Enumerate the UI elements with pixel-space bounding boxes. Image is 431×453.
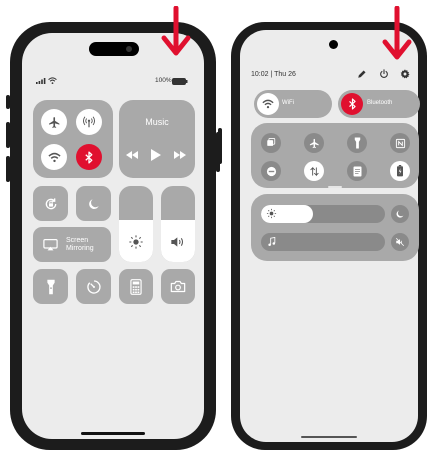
document-icon [353, 166, 361, 176]
signal-icon [36, 78, 46, 84]
airplane-mode-button[interactable] [41, 109, 67, 135]
bluetooth-pill-label: Bluetooth [367, 100, 393, 106]
play-button[interactable] [151, 149, 161, 161]
left-phone-volume-down [6, 156, 10, 182]
do-not-disturb-button[interactable] [76, 186, 111, 221]
flashlight-icon [46, 279, 55, 294]
right-home-indicator[interactable] [301, 436, 357, 438]
speaker-icon [171, 237, 184, 247]
battery-saver-button[interactable] [390, 161, 410, 181]
screen-mirroring-label-2: Mirroring [66, 244, 94, 252]
wifi-status-icon [48, 77, 57, 84]
mute-button[interactable] [391, 233, 409, 251]
battery-icon [172, 78, 188, 85]
left-phone-side-button [6, 95, 10, 109]
airplane-mode-button[interactable] [304, 133, 324, 153]
settings-button[interactable] [400, 69, 410, 79]
right-phone-power [218, 128, 222, 164]
music-panel[interactable] [119, 100, 195, 178]
wifi-pill-label: WiFi [282, 100, 294, 106]
dnd-icon [266, 166, 276, 176]
screen-mirroring-label-1: Screen [66, 236, 89, 244]
bluetooth-icon [85, 150, 93, 164]
screen-mirroring-icon [43, 238, 58, 250]
data-saver-icon [267, 138, 276, 146]
media-volume-slider[interactable] [261, 233, 385, 251]
timer-icon [86, 279, 101, 294]
sun-icon [266, 208, 277, 219]
cellular-data-button[interactable] [76, 109, 102, 135]
calculator-button[interactable] [119, 269, 153, 304]
flashlight-icon [354, 137, 360, 149]
bluetooth-icon [348, 98, 356, 110]
flashlight-button[interactable] [33, 269, 68, 304]
rotation-lock-button[interactable] [33, 186, 68, 221]
rewind-icon [126, 151, 138, 159]
do-not-disturb-button[interactable] [261, 161, 281, 181]
moon-icon [88, 198, 99, 209]
bluetooth-pill-icon-circle [341, 93, 363, 115]
left-swipe-arrow [160, 6, 192, 58]
mobile-data-button[interactable] [304, 161, 324, 181]
flashlight-button[interactable] [347, 133, 367, 153]
dark-mode-button[interactable] [391, 205, 409, 223]
airplane-icon [48, 116, 59, 128]
muted-speaker-icon [395, 237, 405, 247]
battery-icon [397, 165, 403, 177]
camera-icon [170, 280, 186, 293]
pencil-icon [358, 70, 366, 78]
gear-icon [400, 69, 410, 79]
status-time-date: 10:02 | Thu 26 [251, 71, 296, 78]
panel-drag-handle[interactable] [328, 186, 342, 188]
music-note-icon [268, 237, 276, 246]
brightness-slider[interactable] [119, 186, 153, 262]
bluetooth-pill-button[interactable]: Bluetooth [338, 90, 420, 118]
wifi-pill-icon-circle [257, 93, 279, 115]
camera-dot [126, 46, 132, 52]
antenna-icon [82, 116, 96, 128]
power-icon [380, 69, 388, 78]
screen-mirroring-button[interactable]: Screen Mirroring [33, 227, 111, 262]
music-title: Music [145, 117, 169, 127]
wifi-pill-button[interactable]: WiFi [254, 90, 332, 118]
previous-track-button[interactable] [126, 151, 138, 159]
moon-icon [396, 210, 404, 218]
play-icon [151, 149, 161, 161]
punch-hole-camera [329, 40, 338, 49]
nfc-icon [395, 138, 405, 148]
left-home-indicator[interactable] [81, 432, 145, 435]
notes-button[interactable] [347, 161, 367, 181]
fast-forward-icon [174, 151, 186, 159]
power-button[interactable] [379, 69, 389, 79]
wifi-button[interactable] [41, 144, 67, 170]
sun-icon [129, 235, 143, 249]
wifi-icon [47, 152, 61, 162]
left-phone-volume-up [6, 122, 10, 148]
wifi-icon [262, 99, 274, 109]
bluetooth-button[interactable] [76, 144, 102, 170]
nfc-button[interactable] [390, 133, 410, 153]
next-track-button[interactable] [174, 151, 186, 159]
camera-button[interactable] [161, 269, 195, 304]
data-saver-button[interactable] [261, 133, 281, 153]
brightness-slider[interactable] [261, 205, 385, 223]
airplane-icon [309, 138, 319, 148]
data-transfer-icon [309, 166, 319, 176]
right-swipe-arrow [381, 6, 413, 62]
volume-slider[interactable] [161, 186, 195, 262]
rotation-lock-icon [45, 197, 56, 209]
edit-button[interactable] [357, 69, 367, 79]
battery-percent: 100% [155, 77, 172, 84]
timer-button[interactable] [76, 269, 111, 304]
calculator-icon [130, 278, 142, 295]
